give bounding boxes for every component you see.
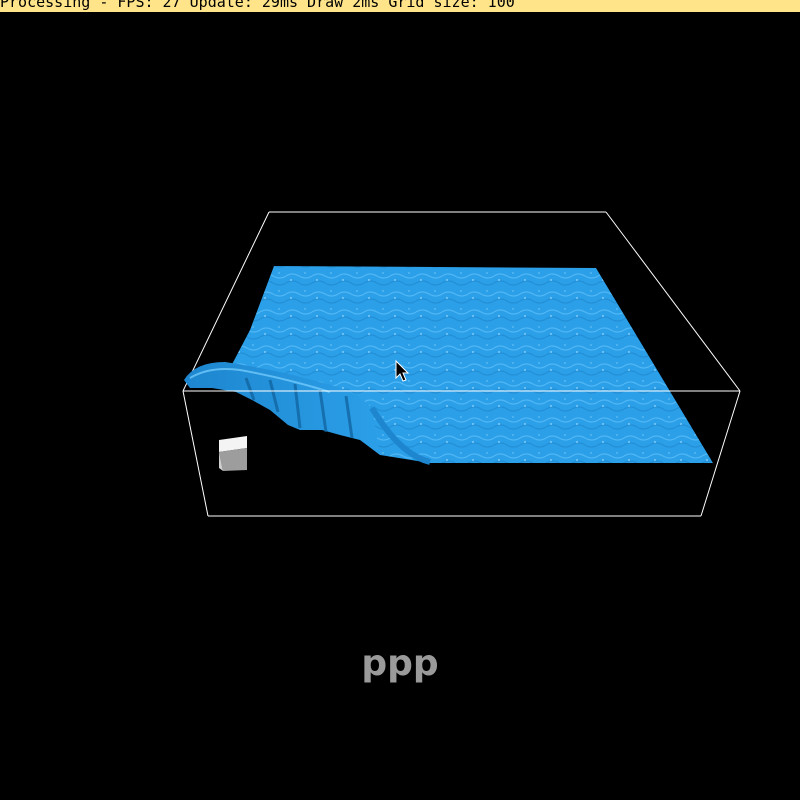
water-surface [228,266,713,463]
processing-window: Processing - FPS: 27 Update: 29ms Draw 2… [0,0,800,800]
overlay-label: ppp [361,643,439,684]
cube[interactable] [219,436,247,471]
